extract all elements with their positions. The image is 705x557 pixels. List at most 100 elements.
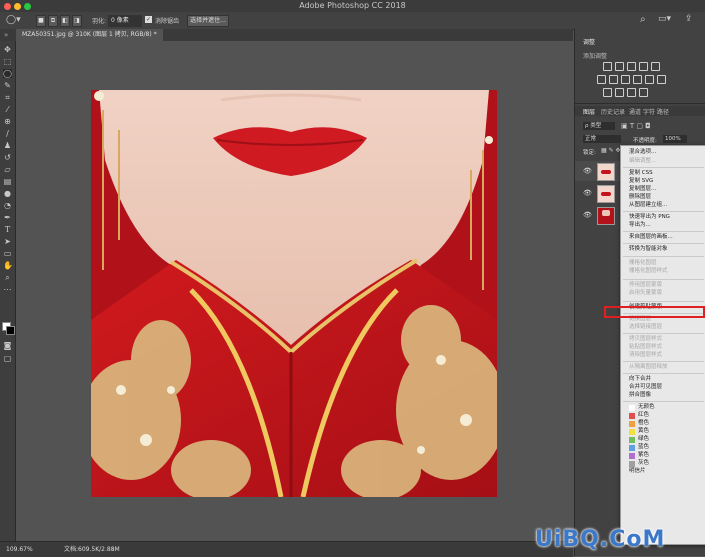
menu-item[interactable]: 复制 SVG bbox=[629, 178, 653, 185]
feather-input[interactable]: 0 像素 bbox=[108, 15, 142, 27]
menu-item[interactable]: 蓝色 bbox=[638, 444, 649, 451]
invert-icon[interactable] bbox=[603, 88, 612, 97]
menu-item[interactable]: 紫色 bbox=[638, 452, 649, 459]
eraser-tool-icon[interactable]: ▱ bbox=[3, 165, 12, 174]
opacity-input[interactable]: 100% bbox=[663, 135, 687, 143]
curves-icon[interactable] bbox=[627, 62, 636, 71]
dodge-tool-icon[interactable]: ◔ bbox=[3, 201, 12, 210]
move-tool-icon[interactable]: ✥ bbox=[3, 45, 12, 54]
menu-item[interactable]: 明信片 bbox=[629, 468, 646, 475]
menu-item[interactable]: 红色 bbox=[638, 412, 649, 419]
exposure-icon[interactable] bbox=[639, 62, 648, 71]
history-brush-tool-icon[interactable]: ↺ bbox=[3, 153, 12, 162]
menu-item[interactable]: 向下合并 bbox=[629, 376, 651, 383]
visibility-eye-icon[interactable]: 👁 bbox=[583, 211, 592, 219]
marquee-tool-icon[interactable]: ⬚ bbox=[3, 57, 12, 66]
quick-mask-icon[interactable]: ◙ bbox=[3, 341, 12, 350]
menu-item[interactable]: 绿色 bbox=[638, 436, 649, 443]
screen-mode-icon[interactable]: ▢ bbox=[3, 354, 12, 363]
adjustments-tab[interactable]: 调整 bbox=[583, 37, 595, 46]
type-tool-icon[interactable]: T bbox=[3, 225, 12, 234]
color-swatch-icon bbox=[629, 436, 635, 443]
color-swatch-icon bbox=[629, 404, 635, 411]
blend-mode-select[interactable]: 正常 bbox=[583, 135, 621, 143]
healing-brush-tool-icon[interactable]: ⊕ bbox=[3, 117, 12, 126]
color-balance-icon[interactable] bbox=[609, 75, 618, 84]
document-canvas-photo[interactable] bbox=[91, 90, 497, 497]
menu-item[interactable]: 转换为智能对象 bbox=[629, 246, 668, 253]
hue-saturation-icon[interactable] bbox=[597, 75, 606, 84]
brush-tool-icon[interactable]: ∕ bbox=[3, 129, 12, 138]
menu-item[interactable]: 删除图层 bbox=[629, 194, 651, 201]
share-icon[interactable]: ⇪ bbox=[685, 14, 693, 24]
gradient-tool-icon[interactable]: ▤ bbox=[3, 177, 12, 186]
more-tools-icon[interactable]: ⋯ bbox=[3, 285, 12, 294]
gradient-map-icon[interactable] bbox=[639, 88, 648, 97]
menu-item[interactable]: 橙色 bbox=[638, 420, 649, 427]
workspace-icon[interactable]: ▭▾ bbox=[658, 14, 671, 24]
brightness-contrast-icon[interactable] bbox=[603, 62, 612, 71]
tools-panel: ✥ ⬚ ◯ ✎ ⌗ ⁄ ⊕ ∕ ♟ ↺ ▱ ▤ ● ◔ ✒ T ➤ ▭ ✋ ⌕ … bbox=[0, 41, 16, 541]
add-selection-icon[interactable]: ⧉ bbox=[48, 15, 58, 27]
tab-character[interactable]: 字符 bbox=[643, 107, 655, 116]
visibility-eye-icon[interactable]: 👁 bbox=[583, 189, 592, 197]
menu-item[interactable]: 合并可见图层 bbox=[629, 384, 662, 391]
tab-layers[interactable]: 图层 bbox=[583, 107, 595, 116]
layer-filter-icons[interactable]: ▣ T ▢ ◘ bbox=[621, 122, 651, 130]
select-and-mask-button[interactable]: 选择并遮住... bbox=[187, 15, 229, 27]
channel-mixer-icon[interactable] bbox=[645, 75, 654, 84]
collapse-icon[interactable]: » bbox=[4, 31, 8, 39]
menu-item[interactable]: 复制 CSS bbox=[629, 170, 653, 177]
vibrance-icon[interactable] bbox=[651, 62, 660, 71]
menu-item: 拷贝图层样式 bbox=[629, 336, 663, 342]
zoom-level[interactable]: 109.67% bbox=[6, 542, 33, 557]
subtract-selection-icon[interactable]: ◧ bbox=[60, 15, 70, 27]
levels-icon[interactable] bbox=[615, 62, 624, 71]
status-menu-icon[interactable]: › bbox=[112, 542, 114, 557]
crop-tool-icon[interactable]: ⌗ bbox=[3, 93, 12, 102]
zoom-tool-icon[interactable]: ⌕ bbox=[3, 273, 12, 282]
black-white-icon[interactable] bbox=[621, 75, 630, 84]
photo-filter-icon[interactable] bbox=[633, 75, 642, 84]
menu-item[interactable]: 无颜色 bbox=[638, 404, 655, 411]
menu-item[interactable]: 灰色 bbox=[638, 460, 649, 467]
path-select-tool-icon[interactable]: ➤ bbox=[3, 237, 12, 246]
menu-item[interactable]: 拼合图像 bbox=[629, 392, 651, 399]
posterize-icon[interactable] bbox=[615, 88, 624, 97]
rectangle-tool-icon[interactable]: ▭ bbox=[3, 249, 12, 258]
menu-item: 启用矢量蒙版 bbox=[629, 290, 663, 296]
quick-select-tool-icon[interactable]: ✎ bbox=[3, 81, 12, 90]
visibility-eye-icon[interactable]: 👁 bbox=[583, 167, 592, 175]
background-color-swatch[interactable] bbox=[6, 326, 15, 335]
menu-item[interactable]: 快速导出为 PNG bbox=[629, 214, 670, 221]
eyedropper-tool-icon[interactable]: ⁄ bbox=[3, 105, 12, 114]
lasso-tool-preset-icon[interactable]: ◯▾ bbox=[6, 15, 21, 25]
hand-tool-icon[interactable]: ✋ bbox=[3, 261, 13, 270]
menu-item: 编辑调整... bbox=[629, 158, 657, 164]
menu-separator bbox=[623, 256, 704, 257]
antialias-checkbox[interactable]: ✓ bbox=[145, 16, 152, 23]
pen-tool-icon[interactable]: ✒ bbox=[3, 213, 12, 222]
menu-item[interactable]: 从图层建立组... bbox=[629, 202, 667, 209]
clone-stamp-tool-icon[interactable]: ♟ bbox=[3, 141, 12, 150]
lasso-tool-icon[interactable]: ◯ bbox=[3, 69, 12, 78]
tab-channels[interactable]: 通道 bbox=[629, 107, 641, 116]
intersect-selection-icon[interactable]: ◨ bbox=[72, 15, 82, 27]
layer-kind-filter[interactable]: ρ 类型 bbox=[583, 122, 615, 130]
document-tab[interactable]: MZA50351.jpg @ 310K (图层 1 拷贝, RGB/8) * bbox=[16, 29, 163, 41]
color-lookup-icon[interactable] bbox=[657, 75, 666, 84]
blur-tool-icon[interactable]: ● bbox=[3, 189, 12, 198]
menu-item[interactable]: 混合选项... bbox=[629, 149, 656, 156]
tab-paths[interactable]: 路径 bbox=[657, 107, 669, 116]
threshold-icon[interactable] bbox=[627, 88, 636, 97]
new-selection-icon[interactable]: ■ bbox=[36, 15, 46, 27]
menu-item[interactable]: 黄色 bbox=[638, 428, 649, 435]
menu-item[interactable]: 复制图层... bbox=[629, 186, 656, 193]
menu-item[interactable]: 来自图层的画板... bbox=[629, 234, 673, 241]
menu-item[interactable]: 导出为... bbox=[629, 222, 651, 229]
tab-history[interactable]: 历史记录 bbox=[601, 107, 625, 116]
menu-separator bbox=[623, 361, 704, 362]
search-icon[interactable]: ⌕ bbox=[640, 14, 646, 25]
menu-separator bbox=[623, 301, 704, 302]
color-swatch-icon bbox=[629, 412, 635, 419]
